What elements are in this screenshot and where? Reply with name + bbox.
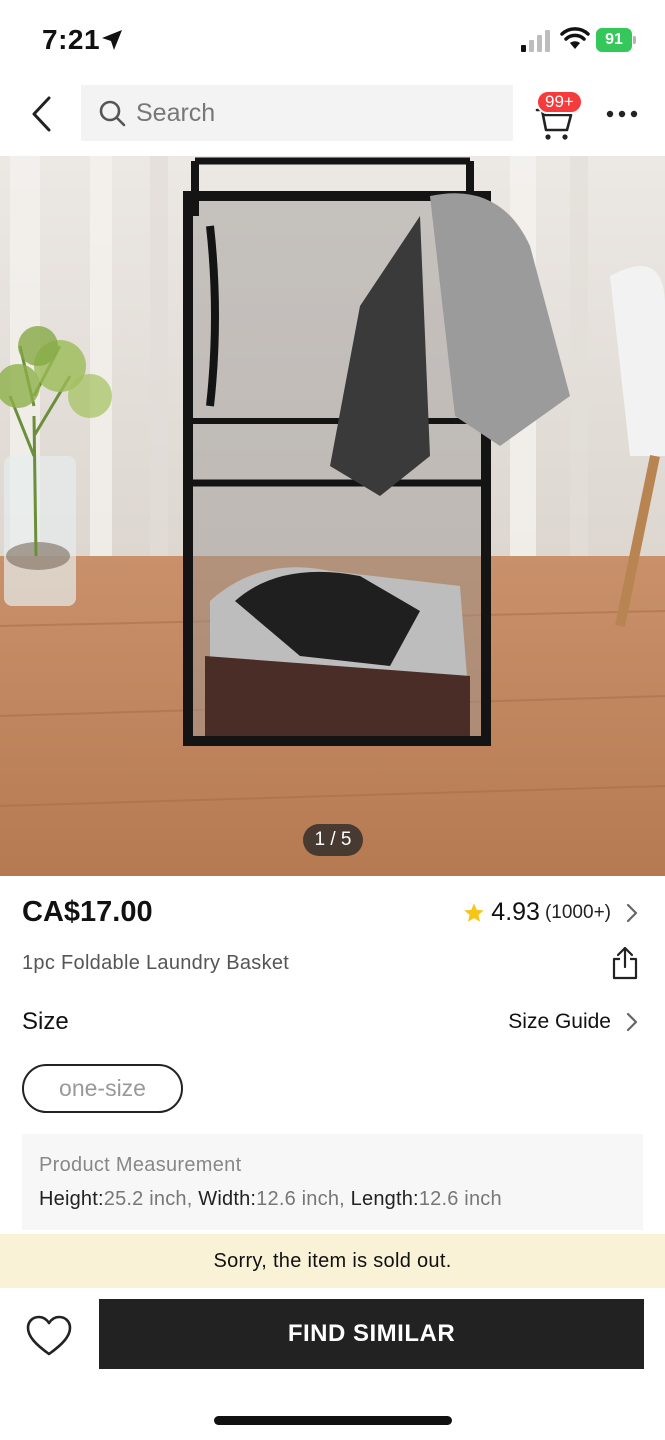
battery-icon: 91: [596, 28, 636, 52]
back-arrow-icon[interactable]: [24, 92, 64, 136]
home-indicator: [214, 1416, 452, 1425]
rating-count: (1000+): [544, 901, 611, 923]
search-input[interactable]: Search: [81, 85, 513, 141]
heart-icon[interactable]: [25, 1314, 73, 1358]
product-image-gallery[interactable]: 1 / 5: [0, 156, 665, 876]
size-label: Size: [22, 1008, 69, 1035]
share-icon[interactable]: [611, 946, 639, 980]
product-price: CA$17.00: [22, 896, 153, 928]
find-similar-button[interactable]: FIND SIMILAR: [99, 1299, 644, 1369]
search-icon: [99, 100, 126, 127]
image-page-indicator: 1 / 5: [303, 824, 363, 856]
more-options-icon[interactable]: [600, 96, 644, 132]
length-value: 12.6 inch: [418, 1188, 502, 1210]
size-guide-label: Size Guide: [508, 1010, 611, 1033]
star-icon: [464, 902, 485, 922]
cart-button[interactable]: 99+: [530, 90, 583, 140]
status-time: 7:21: [42, 24, 101, 55]
size-option-one-size[interactable]: one-size: [22, 1064, 183, 1113]
rating-value: 4.93: [491, 898, 540, 926]
product-measurement-panel: Product Measurement Height:25.2 inch, Wi…: [22, 1134, 643, 1230]
cellular-signal-icon: [521, 30, 550, 52]
chevron-right-icon: [626, 903, 638, 922]
battery-level: 91: [596, 28, 632, 52]
search-placeholder: Search: [136, 98, 216, 127]
wifi-icon: [560, 27, 590, 49]
height-key: Height:: [39, 1188, 104, 1210]
measurement-title: Product Measurement: [39, 1154, 242, 1176]
sold-out-notice: Sorry, the item is sold out.: [0, 1234, 665, 1288]
width-key: Width:: [198, 1188, 257, 1210]
cart-badge: 99+: [536, 90, 583, 114]
bottom-action-bar: FIND SIMILAR: [0, 1288, 665, 1440]
top-nav: Search 99+: [0, 80, 665, 156]
product-image: [0, 156, 665, 876]
measurement-values: Height:25.2 inch, Width:12.6 inch, Lengt…: [39, 1188, 502, 1211]
size-guide-link[interactable]: Size Guide: [508, 1010, 639, 1034]
width-value: 12.6 inch,: [256, 1188, 345, 1210]
length-key: Length:: [350, 1188, 419, 1210]
status-bar: 7:21 91: [0, 0, 665, 80]
chevron-right-icon: [626, 1012, 638, 1032]
product-title: 1pc Foldable Laundry Basket: [22, 952, 290, 974]
rating-summary[interactable]: 4.93 (1000+): [463, 898, 639, 927]
height-value: 25.2 inch,: [103, 1188, 193, 1210]
location-arrow-icon: [102, 30, 122, 50]
